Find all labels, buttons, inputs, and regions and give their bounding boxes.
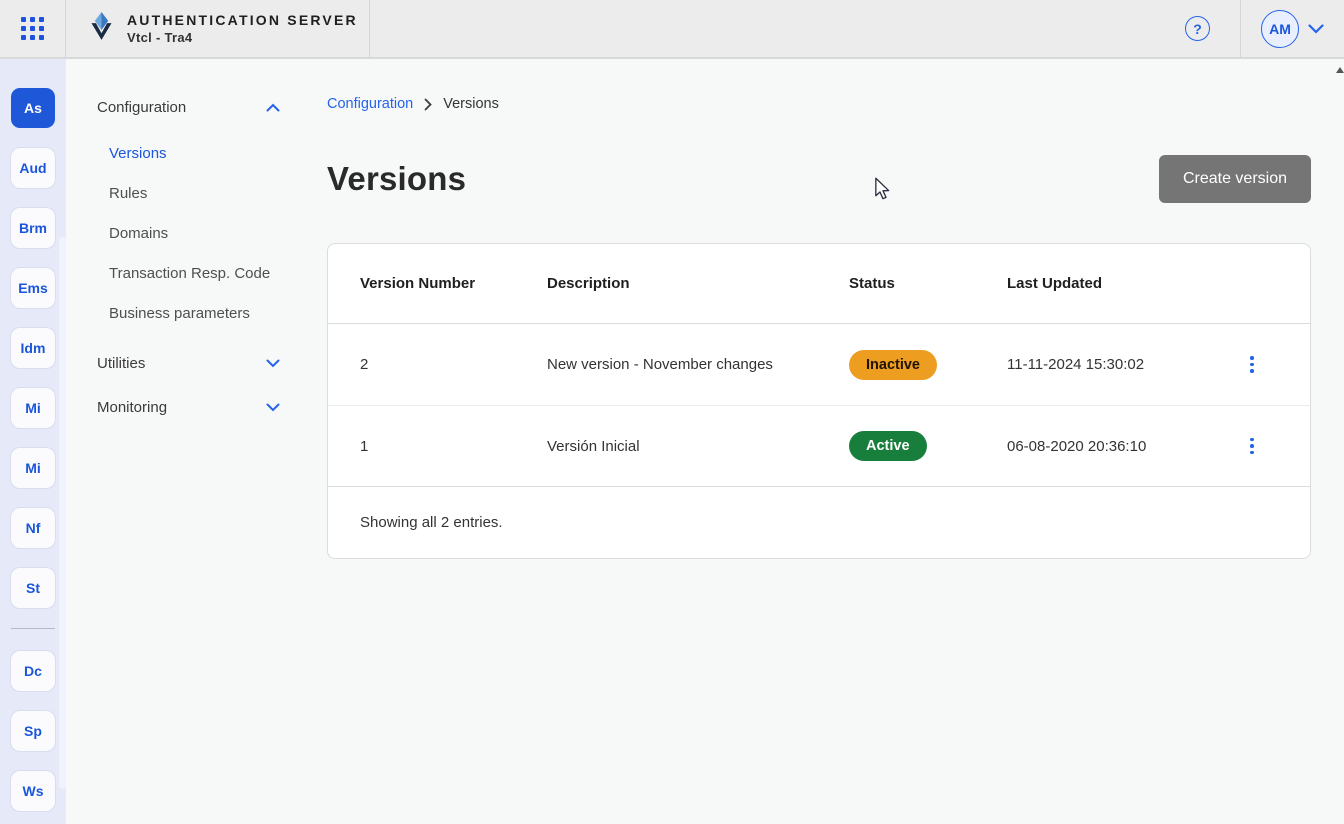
cell-version-number: 2 (360, 356, 547, 373)
app-shortcut-as[interactable]: As (11, 88, 55, 128)
breadcrumb-versions: Versions (443, 96, 499, 112)
nav-section-label: Monitoring (97, 399, 167, 416)
app-shortcut-label: Ws (23, 783, 44, 799)
app-shortcut-label: Mi (25, 460, 41, 476)
nav-item-business-parameters[interactable]: Business parameters (66, 293, 310, 333)
nav-item-domains[interactable]: Domains (66, 213, 310, 253)
chevron-icon (266, 403, 280, 412)
status-badge: Inactive (849, 350, 937, 380)
cell-description: Versión Inicial (547, 438, 849, 455)
cell-description: New version - November changes (547, 356, 849, 373)
app-shortcut-sp[interactable]: Sp (11, 711, 55, 751)
row-actions-kebab-icon[interactable] (1239, 433, 1265, 459)
cell-version-number: 1 (360, 438, 547, 455)
column-last-updated: Last Updated (1007, 275, 1212, 292)
app-shortcut-label: As (24, 100, 42, 116)
chevron-icon (266, 359, 280, 368)
breadcrumb-chevron-icon (424, 98, 432, 111)
nav-item-rules[interactable]: Rules (66, 173, 310, 213)
nav-item-label: Rules (109, 185, 147, 202)
column-description: Description (547, 275, 849, 292)
nav-item-label: Versions (109, 145, 167, 162)
versions-table: Version Number Description Status Last U… (327, 243, 1311, 559)
main-content: Configuration Versions Versions Create v… (310, 59, 1344, 824)
top-bar: AUTHENTICATION SERVER Vtcl - Tra4 ? AM (0, 0, 1344, 59)
app-subtitle: Vtcl - Tra4 (127, 30, 358, 45)
app-shortcut-label: Sp (24, 723, 42, 739)
rail-scrollbar[interactable] (59, 237, 66, 789)
nav-item-versions[interactable]: Versions (66, 133, 310, 173)
table-footer: Showing all 2 entries. (328, 486, 1310, 558)
app-shortcut-label: Brm (19, 220, 47, 236)
side-nav: Configuration Versions Rules Domains Transa… (66, 59, 310, 824)
app-shortcut-st[interactable]: St (11, 568, 55, 608)
table-row: 1 Versión Inicial Active 06-08-2020 20:3… (328, 405, 1310, 486)
page-title: Versions (327, 160, 466, 198)
cell-last-updated: 11-11-2024 15:30:02 (1007, 356, 1212, 373)
app-shortcut-mi[interactable]: Mi (11, 388, 55, 428)
grid-icon (21, 17, 44, 40)
chevron-down-icon[interactable] (1308, 24, 1324, 34)
nav-section-label: Configuration (97, 99, 186, 116)
app-shortcut-mi[interactable]: Mi (11, 448, 55, 488)
app-shortcut-label: Nf (26, 520, 41, 536)
nav-section-utilities[interactable]: Utilities (66, 349, 310, 377)
app-shortcut-ws[interactable]: Ws (11, 771, 55, 811)
nav-section-monitoring[interactable]: Monitoring (66, 393, 310, 421)
nav-item-label: Business parameters (109, 305, 250, 322)
app-shortcut-label: Dc (24, 663, 42, 679)
nav-section-label: Utilities (97, 355, 145, 372)
help-glyph: ? (1193, 21, 1202, 37)
app-shortcut-label: Idm (21, 340, 46, 356)
status-badge: Active (849, 431, 927, 461)
app-shortcut-label: Aud (19, 160, 46, 176)
app-shortcut-dc[interactable]: Dc (11, 651, 55, 691)
app-launcher-button[interactable] (0, 0, 66, 57)
app-title: AUTHENTICATION SERVER (127, 12, 358, 28)
column-version-number: Version Number (360, 275, 547, 292)
chevron-icon (266, 103, 280, 112)
nav-item-transaction-resp-code[interactable]: Transaction Resp. Code (66, 253, 310, 293)
table-row: 2 New version - November changes Inactiv… (328, 324, 1310, 405)
help-icon[interactable]: ? (1185, 16, 1210, 41)
nav-item-label: Domains (109, 225, 168, 242)
scrollbar-up-arrow[interactable] (1336, 67, 1344, 73)
column-status: Status (849, 275, 1007, 292)
brand: AUTHENTICATION SERVER Vtcl - Tra4 (66, 0, 370, 57)
create-version-button[interactable]: Create version (1159, 155, 1311, 203)
table-header-row: Version Number Description Status Last U… (328, 244, 1310, 324)
app-rail: As Aud Brm Ems Idm Mi Mi Nf St Dc Sp Ws (0, 59, 66, 824)
avatar[interactable]: AM (1261, 10, 1299, 48)
entries-summary: Showing all 2 entries. (360, 514, 503, 531)
app-shortcut-label: Mi (25, 400, 41, 416)
nav-section-configuration[interactable]: Configuration (66, 93, 310, 121)
app-shortcut-idm[interactable]: Idm (11, 328, 55, 368)
rail-divider (11, 628, 55, 629)
app-shortcut-ems[interactable]: Ems (11, 268, 55, 308)
nav-item-label: Transaction Resp. Code (109, 265, 270, 282)
app-logo-icon (88, 12, 115, 46)
breadcrumb: Configuration Versions (327, 96, 1311, 112)
row-actions-kebab-icon[interactable] (1239, 352, 1265, 378)
account-menu[interactable]: AM (1241, 0, 1344, 57)
app-shortcut-brm[interactable]: Brm (11, 208, 55, 248)
app-shortcut-aud[interactable]: Aud (11, 148, 55, 188)
nav-children: Versions Rules Domains Transaction Resp. Co… (66, 133, 310, 333)
app-shortcut-label: St (26, 580, 40, 596)
cell-last-updated: 06-08-2020 20:36:10 (1007, 438, 1212, 455)
app-shortcut-nf[interactable]: Nf (11, 508, 55, 548)
app-shortcut-label: Ems (18, 280, 48, 296)
breadcrumb-configuration[interactable]: Configuration (327, 96, 413, 112)
